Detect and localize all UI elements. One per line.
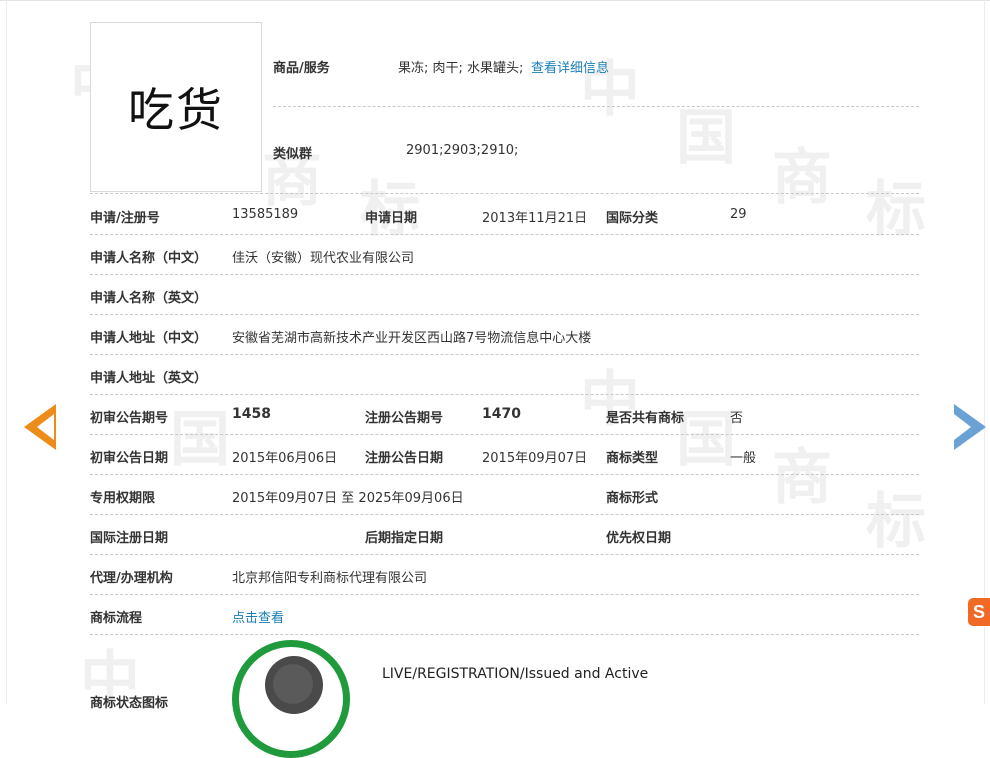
- process-label: 商标流程: [90, 611, 143, 626]
- priority-date-label: 优先权日期: [606, 531, 672, 546]
- watermark-char: 标: [866, 487, 926, 557]
- goods-value: 果冻; 肉干; 水果罐头;: [398, 61, 524, 76]
- window-top-border: [0, 0, 990, 6]
- exclusive-period-label: 专用权期限: [90, 491, 156, 506]
- prelim-date-value: 2015年06月06日: [232, 451, 338, 466]
- row-divider: [273, 106, 919, 107]
- watermark-char: 商: [772, 443, 832, 513]
- agent-value: 北京邦信阳专利商标代理有限公司: [232, 571, 428, 586]
- address-en-label: 申请人地址（英文）: [90, 371, 208, 386]
- trademark-text: 吃货: [128, 83, 224, 137]
- goods-detail-link[interactable]: 查看详细信息: [531, 57, 609, 76]
- row-divider: [90, 474, 919, 475]
- apply-date-label: 申请日期: [365, 211, 418, 226]
- prelim-date-label: 初审公告日期: [90, 451, 169, 466]
- reg-no-label: 申请/注册号: [90, 211, 160, 226]
- prelim-issue-no-label: 初审公告期号: [90, 411, 169, 426]
- prelim-issue-no-value: 1458: [232, 406, 271, 422]
- reg-issue-no-label: 注册公告期号: [365, 411, 444, 426]
- prev-arrow-cutout: [37, 414, 54, 440]
- goods-label: 商品/服务: [273, 61, 330, 76]
- row-divider: [90, 234, 919, 235]
- row-divider: [90, 594, 919, 595]
- agent-label: 代理/办理机构: [90, 571, 173, 586]
- watermark-char: 商: [772, 143, 832, 213]
- row-divider: [90, 354, 919, 355]
- row-divider: [90, 394, 919, 395]
- exclusive-period-value: 2015年09月07日 至 2025年09月06日: [232, 491, 464, 506]
- intl-class-value: 29: [730, 207, 747, 222]
- reg-date-value: 2015年09月07日: [482, 451, 588, 466]
- applicant-cn-label: 申请人名称（中文）: [90, 251, 208, 266]
- shared-label: 是否共有商标: [606, 411, 685, 426]
- left-border: [6, 0, 7, 704]
- apply-date-value: 2013年11月21日: [482, 211, 588, 226]
- later-designation-label: 后期指定日期: [365, 531, 444, 546]
- similar-group-value: 2901;2903;2910;: [406, 143, 519, 158]
- watermark-char: 国: [170, 405, 230, 475]
- mark-type-value: 一般: [730, 451, 757, 466]
- reg-no-value: 13585189: [232, 207, 299, 222]
- row-divider: [90, 634, 919, 635]
- row-divider: [90, 274, 919, 275]
- applicant-cn-value: 佳沃（安徽）现代农业有限公司: [232, 251, 415, 266]
- applicant-en-label: 申请人名称（英文）: [90, 291, 208, 306]
- row-divider: [90, 314, 919, 315]
- status-icon-label: 商标状态图标: [90, 696, 169, 711]
- reg-issue-no-value: 1470: [482, 406, 521, 422]
- row-divider: [90, 434, 919, 435]
- mark-form-label: 商标形式: [606, 491, 659, 506]
- trademark-image: 吃货: [90, 22, 262, 192]
- row-divider: [90, 514, 919, 515]
- status-text: LIVE/REGISTRATION/Issued and Active: [382, 666, 649, 682]
- row-divider: [90, 554, 919, 555]
- side-widget-badge[interactable]: S: [968, 598, 990, 626]
- next-arrow-cutout: [954, 414, 971, 440]
- watermark-char: 国: [676, 103, 736, 173]
- row-divider: [90, 193, 919, 194]
- address-cn-label: 申请人地址（中文）: [90, 331, 208, 346]
- status-seal-center: [273, 664, 313, 704]
- intl-reg-date-label: 国际注册日期: [90, 531, 169, 546]
- process-view-link[interactable]: 点击查看: [232, 607, 284, 626]
- watermark-char: 标: [866, 175, 926, 245]
- shared-value: 否: [730, 411, 744, 426]
- watermark-char: 国: [676, 405, 736, 475]
- similar-group-label: 类似群: [273, 147, 313, 162]
- mark-type-label: 商标类型: [606, 451, 659, 466]
- intl-class-label: 国际分类: [606, 211, 659, 226]
- reg-date-label: 注册公告日期: [365, 451, 444, 466]
- address-cn-value: 安徽省芜湖市高新技术产业开发区西山路7号物流信息中心大楼: [232, 331, 592, 346]
